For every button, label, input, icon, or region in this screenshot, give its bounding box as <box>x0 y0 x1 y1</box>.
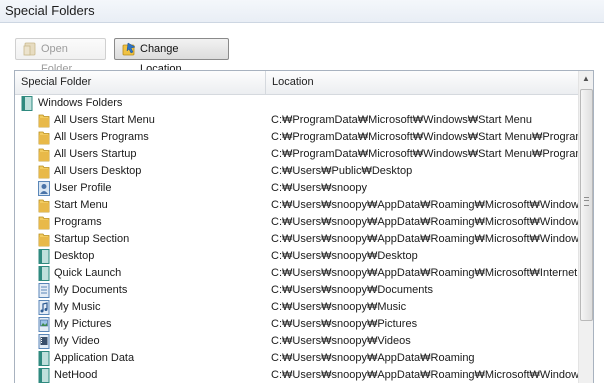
special-folder-name: User Profile <box>54 182 112 194</box>
desktop-icon <box>38 249 50 264</box>
tree-root-label: Windows Folders <box>38 97 123 109</box>
table-row[interactable]: Desktop C:₩Users₩snoopy₩Desktop <box>15 248 580 265</box>
special-folders-grid: Special Folder Location Windows Folders … <box>14 70 594 383</box>
special-folder-name: All Users Programs <box>54 131 149 143</box>
special-folder-name: All Users Start Menu <box>54 114 155 126</box>
folder-location: C:₩Users₩snoopy₩Videos <box>271 335 411 347</box>
table-row[interactable]: My Music C:₩Users₩snoopy₩Music <box>15 299 580 316</box>
windows-folders-icon <box>21 96 33 111</box>
documents-icon <box>38 283 50 298</box>
window-title: Special Folders <box>5 3 95 18</box>
folder-location: C:₩Users₩snoopy₩AppData₩Roaming₩Microsof… <box>271 267 580 279</box>
folder-location: C:₩Users₩Public₩Desktop <box>271 165 413 177</box>
special-folder-name: My Video <box>54 335 100 347</box>
toolbar: Open Folder Change Location <box>0 23 604 75</box>
scroll-up-arrow[interactable]: ▲ <box>579 71 593 87</box>
folder-location: C:₩Users₩snoopy₩AppData₩Roaming₩Microsof… <box>271 233 580 245</box>
folder-location: C:₩Users₩snoopy₩Music <box>271 301 407 313</box>
folder-location: C:₩Users₩snoopy₩Desktop <box>271 250 418 262</box>
desktop-icon <box>38 368 50 383</box>
pictures-icon <box>38 317 50 332</box>
special-folder-name: My Pictures <box>54 318 112 330</box>
special-folder-name: My Documents <box>54 284 128 296</box>
tree-root-row[interactable]: Windows Folders <box>15 95 580 112</box>
table-row[interactable]: My Video C:₩Users₩snoopy₩Videos <box>15 333 580 350</box>
window-header: Special Folders <box>0 0 604 23</box>
folder-location: C:₩Users₩snoopy₩Pictures <box>271 318 418 330</box>
folder-location: C:₩Users₩snoopy <box>271 182 367 194</box>
special-folder-name: Quick Launch <box>54 267 122 279</box>
special-folder-name: NetHood <box>54 369 98 381</box>
table-row[interactable]: All Users Startup C:₩ProgramData₩Microsof… <box>15 146 580 163</box>
table-row[interactable]: NetHood C:₩Users₩snoopy₩AppData₩Roaming₩M… <box>15 367 580 383</box>
video-icon <box>38 334 50 349</box>
scroll-grip-icon <box>584 197 589 206</box>
table-row[interactable]: User Profile C:₩Users₩snoopy <box>15 180 580 197</box>
grid-header: Special Folder Location <box>15 71 580 95</box>
user-profile-icon <box>38 181 50 196</box>
folder-icon <box>38 198 50 213</box>
special-folder-name: Desktop <box>54 250 95 262</box>
folder-icon <box>38 215 50 230</box>
table-row[interactable]: My Documents C:₩Users₩snoopy₩Documents <box>15 282 580 299</box>
music-icon <box>38 300 50 315</box>
special-folder-name: Programs <box>54 216 102 228</box>
folder-icon <box>38 113 50 128</box>
folder-location: C:₩Users₩snoopy₩AppData₩Roaming₩Microsof… <box>271 199 580 211</box>
folder-location: C:₩Users₩snoopy₩Documents <box>271 284 433 296</box>
folder-location: C:₩Users₩snoopy₩AppData₩Roaming₩Microsof… <box>271 369 580 381</box>
special-folder-name: All Users Desktop <box>54 165 142 177</box>
special-folder-name: Startup Section <box>54 233 130 245</box>
folder-location: C:₩Users₩snoopy₩AppData₩Roaming <box>271 352 475 364</box>
table-row[interactable]: Start Menu C:₩Users₩snoopy₩AppData₩Roamin… <box>15 197 580 214</box>
table-row[interactable]: Quick Launch C:₩Users₩snoopy₩AppData₩Roam… <box>15 265 580 282</box>
table-row[interactable]: Programs C:₩Users₩snoopy₩AppData₩Roaming₩… <box>15 214 580 231</box>
scroll-thumb[interactable] <box>580 89 593 321</box>
desktop-icon <box>38 266 50 281</box>
folder-icon <box>38 232 50 247</box>
table-row[interactable]: Startup Section C:₩Users₩snoopy₩AppData₩R… <box>15 231 580 248</box>
folder-icon <box>38 164 50 179</box>
folder-location: C:₩Users₩snoopy₩AppData₩Roaming₩Microsof… <box>271 216 580 228</box>
table-row[interactable]: All Users Start Menu C:₩ProgramData₩Micro… <box>15 112 580 129</box>
folder-location: C:₩ProgramData₩Microsoft₩Windows₩Start M… <box>271 148 580 160</box>
table-row[interactable]: Application Data C:₩Users₩snoopy₩AppData₩… <box>15 350 580 367</box>
table-row[interactable]: My Pictures C:₩Users₩snoopy₩Pictures <box>15 316 580 333</box>
column-header-special-folder[interactable]: Special Folder <box>15 71 266 94</box>
special-folder-name: My Music <box>54 301 101 313</box>
table-row[interactable]: All Users Desktop C:₩Users₩Public₩Desktop <box>15 163 580 180</box>
change-location-icon <box>122 42 136 56</box>
folder-location: C:₩ProgramData₩Microsoft₩Windows₩Start M… <box>271 131 580 143</box>
open-folder-button[interactable]: Open Folder <box>15 38 106 75</box>
open-folder-icon <box>23 42 36 56</box>
special-folder-name: Application Data <box>54 352 135 364</box>
folder-icon <box>38 147 50 162</box>
special-folder-name: Start Menu <box>54 199 108 211</box>
folder-icon <box>38 130 50 145</box>
special-folder-name: All Users Startup <box>54 148 137 160</box>
folder-location: C:₩ProgramData₩Microsoft₩Windows₩Start M… <box>271 114 532 126</box>
change-location-button[interactable]: Change Location <box>114 38 229 75</box>
vertical-scrollbar[interactable]: ▲ <box>578 71 593 383</box>
column-header-location[interactable]: Location <box>266 71 580 94</box>
table-row[interactable]: All Users Programs C:₩ProgramData₩Microso… <box>15 129 580 146</box>
desktop-icon <box>38 351 50 366</box>
